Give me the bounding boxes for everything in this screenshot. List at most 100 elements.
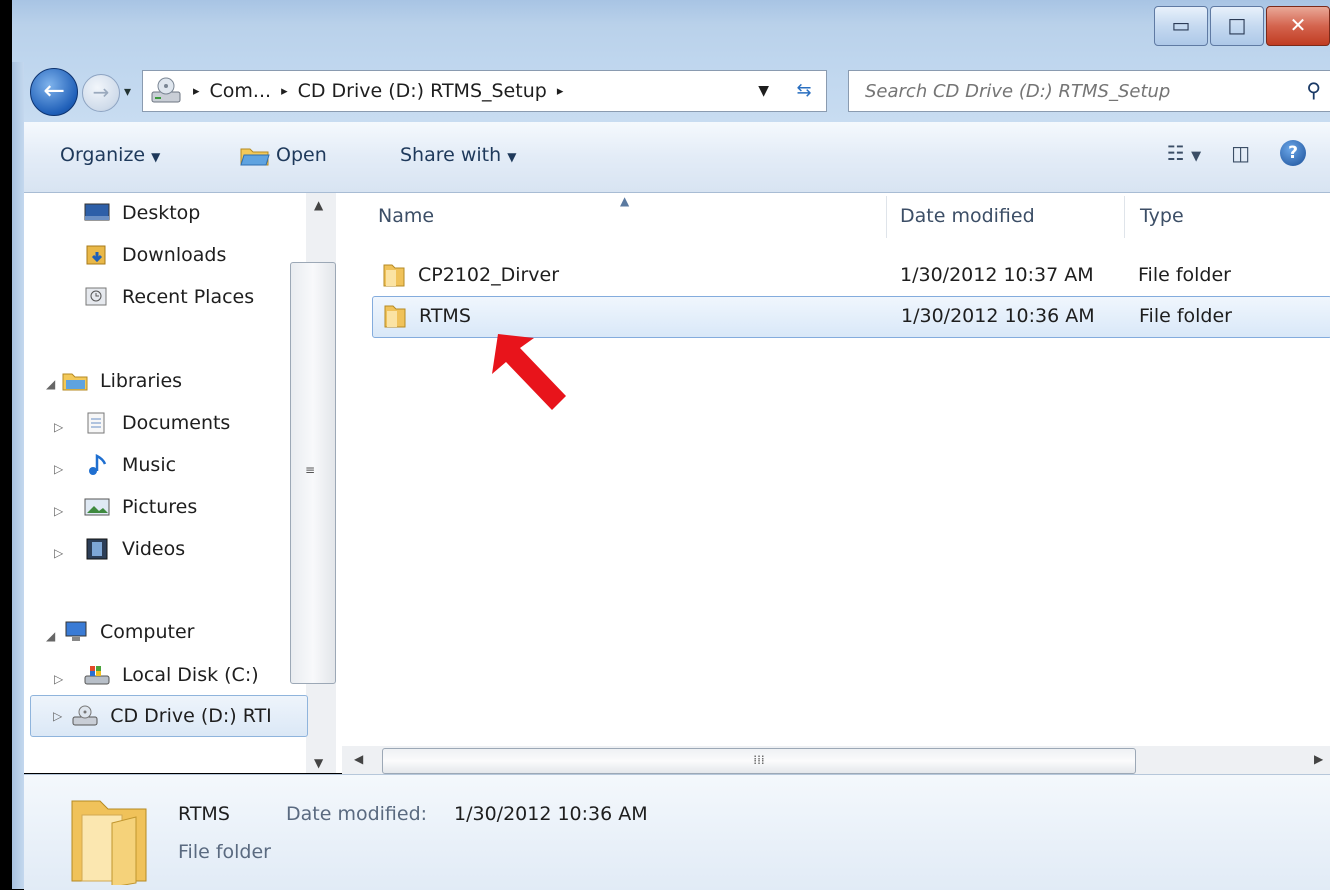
red-arrow-annotation	[492, 334, 566, 410]
open-label: Open	[276, 144, 327, 166]
close-icon: ✕	[1289, 13, 1307, 37]
scroll-right-icon[interactable]: ▶	[1314, 752, 1323, 766]
maximize-button[interactable]: □	[1210, 6, 1264, 46]
nav-item-desktop[interactable]: Desktop	[84, 202, 200, 224]
open-button[interactable]: Open	[240, 144, 327, 167]
nav-item-libraries[interactable]: Libraries	[62, 370, 182, 392]
chevron-down-icon: ▼	[151, 150, 161, 164]
breadcrumb-cd-drive[interactable]: CD Drive (D:) RTMS_Setup	[298, 80, 547, 102]
column-divider[interactable]	[886, 196, 887, 238]
pictures-icon	[84, 498, 110, 516]
forward-button[interactable]: →	[82, 74, 120, 112]
nav-item-label: Recent Places	[122, 286, 255, 308]
file-name: RTMS	[419, 305, 471, 327]
organize-button[interactable]: Organize ▼	[60, 144, 160, 166]
scroll-up-icon[interactable]: ▲	[314, 198, 323, 212]
nav-item-downloads[interactable]: Downloads	[84, 244, 226, 266]
nav-item-recent-places[interactable]: Recent Places	[84, 286, 254, 308]
sort-ascending-icon: ▲	[620, 194, 630, 208]
maximize-icon: □	[1227, 13, 1247, 37]
file-row[interactable]: CP2102_Dirver 1/30/2012 10:37 AM File fo…	[372, 256, 1330, 296]
breadcrumb-separator[interactable]: ▸	[193, 84, 200, 99]
expand-arrow-icon[interactable]: ▷	[54, 462, 63, 476]
collapse-arrow-icon[interactable]: ◢	[46, 377, 55, 391]
column-header-date-modified[interactable]: Date modified	[900, 205, 1035, 227]
details-name: RTMS	[178, 803, 230, 825]
refresh-button[interactable]: ⇆	[782, 70, 827, 112]
forward-arrow-icon: →	[92, 80, 110, 104]
search-input[interactable]	[849, 71, 1287, 111]
chevron-down-icon: ▼	[507, 150, 517, 164]
expand-arrow-icon[interactable]: ▷	[54, 672, 63, 686]
expand-arrow-icon[interactable]: ▷	[54, 546, 63, 560]
nav-item-music[interactable]: Music	[84, 454, 176, 476]
large-folder-icon	[71, 800, 147, 885]
nav-item-label: Pictures	[122, 496, 198, 518]
folder-icon	[383, 264, 405, 287]
organize-label: Organize	[60, 144, 146, 166]
change-view-icon[interactable]: ☷ ▼	[1167, 141, 1201, 165]
nav-item-computer[interactable]: Computer	[62, 621, 194, 643]
column-divider[interactable]	[1124, 196, 1125, 238]
nav-item-label: Downloads	[122, 244, 227, 266]
nav-scrollbar-thumb[interactable]: ≡	[290, 262, 336, 684]
scroll-down-icon[interactable]: ▼	[314, 756, 323, 770]
view-controls: ☷ ▼ ◫ ?	[1167, 140, 1306, 166]
column-header-name[interactable]: Name	[378, 205, 434, 227]
breadcrumb-separator[interactable]: ▸	[281, 84, 288, 99]
file-date: 1/30/2012 10:37 AM	[900, 264, 1094, 286]
details-type: File folder	[178, 841, 271, 863]
share-with-label: Share with	[400, 144, 502, 166]
scroll-left-icon[interactable]: ◀	[354, 752, 363, 766]
nav-item-label: Computer	[100, 621, 195, 643]
column-header-type[interactable]: Type	[1140, 205, 1184, 227]
nav-item-documents[interactable]: Documents	[84, 412, 230, 434]
file-type: File folder	[1138, 264, 1231, 286]
folder-icon	[384, 305, 406, 328]
music-icon	[89, 454, 107, 475]
window-frame-left	[12, 0, 24, 889]
nav-item-local-disk[interactable]: Local Disk (C:)	[84, 664, 259, 686]
downloads-icon	[86, 245, 106, 265]
nav-item-videos[interactable]: Videos	[84, 538, 185, 560]
address-dropdown-icon[interactable]: ▼	[758, 83, 769, 99]
expand-arrow-icon[interactable]: ▷	[53, 709, 62, 723]
minimize-button[interactable]: ▭	[1154, 6, 1208, 46]
title-bar[interactable]: ▭ □ ✕	[12, 0, 1330, 62]
explorer-window: ▭ □ ✕ ← → ▾ ▸ Com... ▸ CD Drive (D:) RTM…	[0, 0, 1330, 890]
refresh-icon: ⇆	[796, 80, 812, 101]
back-arrow-icon: ←	[43, 76, 65, 106]
breadcrumb-computer[interactable]: Com...	[210, 80, 272, 102]
close-button[interactable]: ✕	[1266, 6, 1330, 46]
recent-places-icon	[85, 287, 107, 306]
nav-item-label: CD Drive (D:) RTI	[110, 705, 272, 727]
libraries-icon	[62, 373, 88, 391]
address-bar[interactable]: ▸ Com... ▸ CD Drive (D:) RTMS_Setup ▸ ▼	[142, 70, 784, 112]
nav-item-label: Documents	[122, 412, 231, 434]
documents-icon	[87, 412, 105, 434]
search-icon[interactable]: ⚲	[1306, 78, 1321, 102]
horizontal-scrollbar-thumb[interactable]: ⁞⁞⁞	[382, 748, 1136, 774]
details-date-value: 1/30/2012 10:36 AM	[454, 803, 648, 825]
nav-item-pictures[interactable]: Pictures	[84, 496, 197, 518]
open-folder-icon	[240, 148, 270, 165]
share-with-button[interactable]: Share with ▼	[400, 144, 516, 166]
nav-item-label: Desktop	[122, 202, 201, 224]
desktop-icon	[84, 203, 110, 221]
search-box[interactable]: ⚲	[848, 70, 1330, 112]
expand-arrow-icon[interactable]: ▷	[54, 420, 63, 434]
minimize-icon: ▭	[1171, 13, 1191, 37]
help-icon[interactable]: ?	[1280, 140, 1306, 166]
preview-pane-icon[interactable]: ◫	[1231, 141, 1250, 165]
recent-pages-dropdown[interactable]: ▾	[124, 84, 131, 100]
details-date-label: Date modified:	[286, 803, 428, 825]
file-date: 1/30/2012 10:36 AM	[901, 305, 1095, 327]
command-bar: Organize ▼ Open Share with ▼ ☷ ▼ ◫ ?	[24, 122, 1330, 193]
nav-item-cd-drive[interactable]: ▷ CD Drive (D:) RTI	[30, 695, 308, 737]
back-button[interactable]: ←	[30, 68, 78, 116]
breadcrumb-separator[interactable]: ▸	[557, 84, 564, 99]
expand-arrow-icon[interactable]: ▷	[54, 504, 63, 518]
grip-icon: ≡	[305, 463, 316, 477]
collapse-arrow-icon[interactable]: ◢	[46, 629, 55, 643]
cd-drive-icon	[72, 705, 98, 726]
